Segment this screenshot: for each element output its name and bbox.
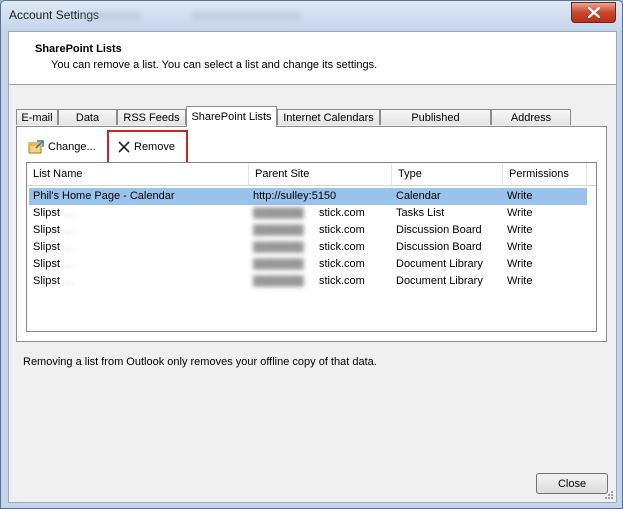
cell-permissions: Write (507, 207, 533, 219)
cell-type: Discussion Board (396, 241, 482, 253)
cell-permissions: Write (507, 258, 533, 270)
cell-type: Document Library (396, 258, 483, 270)
cell-permissions: Write (507, 224, 533, 236)
tab-sharepoint-lists[interactable]: SharePoint Lists (186, 106, 277, 127)
cell-permissions: Write (507, 190, 533, 202)
list-row[interactable]: Slipst … ▇▇▇▇▇▇ stick.com Tasks List Wri… (29, 205, 587, 222)
cell-parent-site-blurred: ▇▇▇▇▇▇ (253, 258, 304, 270)
list-row[interactable]: Slipst … ▇▇▇▇▇▇ stick.com Document Libra… (29, 256, 587, 273)
tab-internet-calendars[interactable]: Internet Calendars (277, 109, 380, 125)
change-settings-icon (28, 140, 44, 154)
cell-list-name: Slipst (33, 258, 60, 270)
cell-parent-site: stick.com (319, 241, 365, 253)
cell-parent-site: stick.com (319, 275, 365, 287)
list-row[interactable]: Slipst … ▇▇▇▇▇▇ stick.com Discussion Boa… (29, 222, 587, 239)
column-header-list-name[interactable]: List Name (27, 163, 249, 185)
cell-list-name: Slipst (33, 241, 60, 253)
cell-list-name: Slipst (33, 224, 60, 236)
list-row[interactable]: Slipst … ▇▇▇▇▇▇ stick.com Discussion Boa… (29, 239, 587, 256)
cell-list-name: Slipst (33, 275, 60, 287)
close-button[interactable]: Close (536, 473, 608, 494)
window-close-button[interactable] (571, 2, 616, 23)
removal-note: Removing a list from Outlook only remove… (23, 356, 377, 368)
cell-list-name-blurred: … (63, 275, 74, 287)
cell-parent-site: stick.com (319, 207, 365, 219)
header-panel: SharePoint Lists You can remove a list. … (9, 32, 616, 85)
cell-parent-site: stick.com (319, 258, 365, 270)
title-bar-blurred-region (191, 12, 301, 20)
cell-parent-site-blurred: ▇▇▇▇▇▇ (253, 207, 304, 219)
remove-button[interactable]: Remove (118, 138, 175, 156)
tab-published-calendars[interactable]: Published Calendars (380, 109, 491, 140)
tab-rss-feeds[interactable]: RSS Feeds (117, 109, 186, 125)
title-bar[interactable]: Account Settings (1, 1, 622, 31)
cell-type: Discussion Board (396, 224, 482, 236)
cell-parent-site-blurred: ▇▇▇▇▇▇ (253, 224, 304, 236)
cell-parent-site: http://sulley:5150 (253, 190, 337, 202)
remove-button-label: Remove (134, 141, 175, 153)
cell-permissions: Write (507, 241, 533, 253)
change-button-label: Change... (48, 141, 96, 153)
tab-data-files[interactable]: Data Files (58, 109, 117, 140)
section-description: You can remove a list. You can select a … (51, 59, 378, 71)
cell-list-name-blurred: … (63, 258, 74, 270)
resize-grip-icon[interactable] (602, 488, 614, 500)
cell-list-name-blurred: … (63, 224, 74, 236)
cell-list-name: Phil's Home Page - Calendar (33, 190, 175, 202)
dialog-client-area: SharePoint Lists You can remove a list. … (8, 31, 617, 503)
cell-type: Calendar (396, 190, 441, 202)
cell-parent-site: stick.com (319, 224, 365, 236)
column-header-permissions[interactable]: Permissions (503, 163, 587, 185)
tab-strip: E-mail Data Files RSS Feeds SharePoint L… (16, 106, 616, 140)
cell-list-name-blurred: … (63, 207, 74, 219)
sharepoint-list-view[interactable]: List Name Parent Site Type Permissions P… (26, 162, 597, 332)
list-row[interactable]: Slipst … ▇▇▇▇▇▇ stick.com Document Libra… (29, 273, 587, 290)
column-header-parent-site[interactable]: Parent Site (249, 163, 392, 185)
cell-type: Document Library (396, 275, 483, 287)
remove-x-icon (118, 141, 130, 153)
cell-parent-site-blurred: ▇▇▇▇▇▇ (253, 275, 304, 287)
list-header: List Name Parent Site Type Permissions (27, 163, 596, 186)
cell-list-name-blurred: … (63, 241, 74, 253)
list-row[interactable]: Phil's Home Page - Calendar http://sulle… (29, 188, 587, 205)
change-button[interactable]: Change... (28, 138, 96, 156)
account-settings-window: Account Settings SharePoint Lists You ca… (0, 0, 623, 509)
sharepoint-lists-panel: Change... Remove List Name Parent Site T… (16, 126, 607, 342)
column-header-type[interactable]: Type (392, 163, 503, 185)
title-bar-blurred-region (81, 12, 141, 20)
tab-email[interactable]: E-mail (16, 109, 58, 125)
cell-list-name: Slipst (33, 207, 60, 219)
cell-type: Tasks List (396, 207, 445, 219)
section-title: SharePoint Lists (35, 43, 122, 55)
close-icon (587, 7, 600, 18)
cell-permissions: Write (507, 275, 533, 287)
cell-parent-site-blurred: ▇▇▇▇▇▇ (253, 241, 304, 253)
tab-address-books[interactable]: Address Books (491, 109, 571, 140)
